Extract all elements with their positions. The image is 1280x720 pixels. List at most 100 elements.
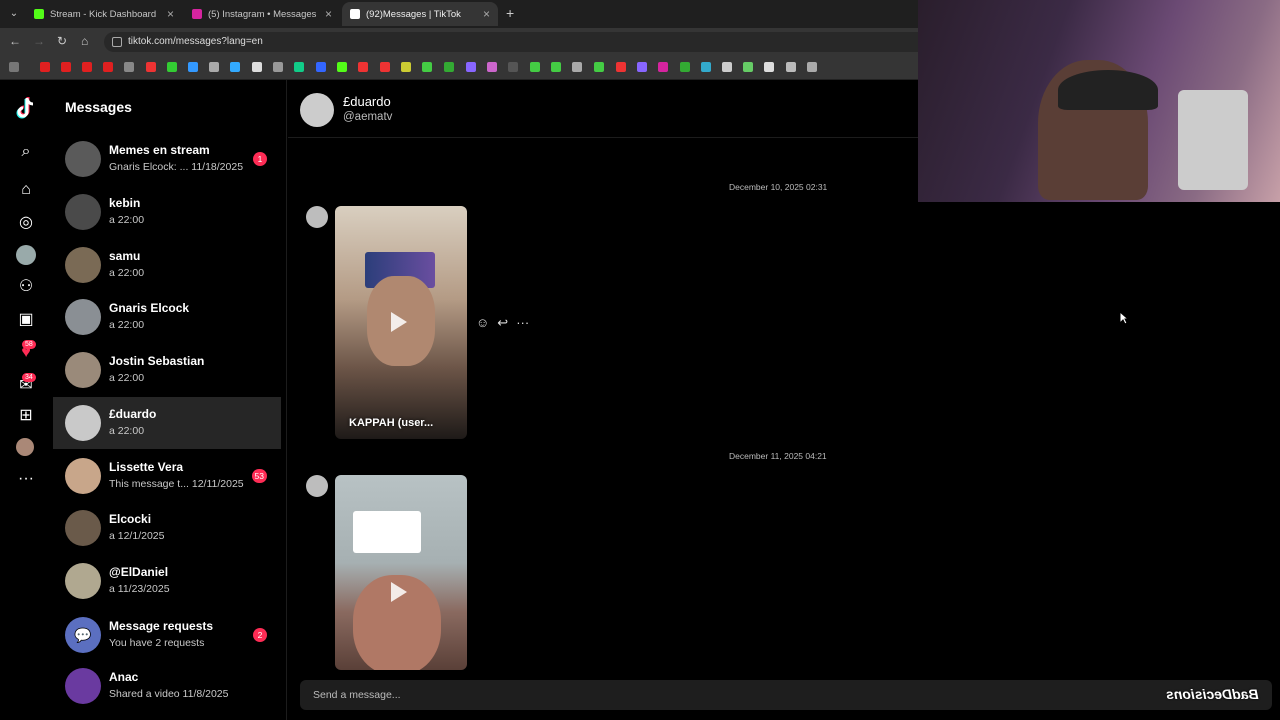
bookmark-icon[interactable] [146,62,156,72]
bookmark-youtube-icon[interactable] [40,62,50,72]
conversation-item[interactable]: Gnaris Elcock a 22:00 [53,291,281,343]
explore-icon[interactable]: ◎ [16,213,36,233]
apps-grid-icon[interactable] [9,62,19,72]
bookmark-kick-icon[interactable] [337,62,347,72]
bookmark-icon[interactable] [551,62,561,72]
chat-handle[interactable]: @aematv [343,111,392,123]
bookmark-icon[interactable] [572,62,582,72]
conversation-item[interactable]: 💬 Message requests You have 2 requests 2 [53,609,281,661]
tab-tiktok[interactable]: (92)Messages | TikTok × [342,2,498,26]
bookmark-icon[interactable] [743,62,753,72]
bookmark-icon[interactable] [701,62,711,72]
bookmark-icon[interactable] [358,62,368,72]
conversation-item[interactable]: @ElDaniel a 11/23/2025 [53,555,281,607]
tab-close-icon[interactable]: × [483,7,490,21]
conversation-preview: a 22:00 [109,425,145,437]
bookmark-icon[interactable] [380,62,390,72]
bookmark-icon[interactable] [764,62,774,72]
bookmark-twitch-icon[interactable] [466,62,476,72]
conversation-item[interactable]: samu a 22:00 [53,239,281,291]
reload-icon[interactable]: ↻ [57,34,67,48]
new-tab-plus-icon[interactable]: + [506,5,514,21]
bookmark-icon[interactable] [273,62,283,72]
site-info-icon[interactable] [112,37,122,47]
react-emoji-icon[interactable]: ☺ [476,315,489,331]
bookmark-icon[interactable] [61,62,71,72]
account-avatar-icon[interactable] [16,438,34,456]
bookmark-icon[interactable] [188,62,198,72]
play-icon[interactable] [391,312,407,332]
reply-icon[interactable]: ↩ [497,315,508,331]
search-icon[interactable]: ⌕ [16,142,36,162]
avatar [65,458,101,494]
bookmark-icon[interactable] [209,62,219,72]
stream-watermark: BadDecisions [1166,686,1259,702]
conversation-preview: a 22:00 [109,267,145,279]
bookmark-icon[interactable] [530,62,540,72]
avatar [65,352,101,388]
play-icon[interactable] [391,582,407,602]
conversation-preview: You have 2 requests [109,637,205,649]
bookmark-icon[interactable] [103,62,113,72]
forward-arrow-icon[interactable]: → [33,34,45,48]
conversation-item[interactable]: Lissette Vera This message t... 12/11/20… [53,450,281,502]
instagram-favicon-icon [192,9,202,19]
bookmark-icon[interactable] [401,62,411,72]
conversation-preview: Gnaris Elcock: ... 11/18/2025 [109,161,244,173]
tab-search-icon[interactable]: ⌄ [6,6,22,22]
more-options-icon[interactable]: ··· [516,315,529,331]
bookmark-icon[interactable] [252,62,262,72]
bookmark-icon[interactable] [230,62,240,72]
bookmark-icon[interactable] [637,62,647,72]
back-arrow-icon[interactable]: ← [9,34,21,48]
bookmark-icon[interactable] [124,62,134,72]
bookmark-icon[interactable] [167,62,177,72]
bookmark-icon[interactable] [316,62,326,72]
bookmark-icon[interactable] [82,62,92,72]
unread-badge: 53 [251,469,267,483]
url-field[interactable]: tiktok.com/messages?lang=en [104,32,934,52]
avatar [65,194,101,230]
avatar [65,668,101,704]
bookmark-icon[interactable] [294,62,304,72]
streamer-cap [1058,70,1158,110]
shared-video[interactable] [335,475,467,670]
bookmark-instagram-icon[interactable] [658,62,668,72]
live-icon[interactable]: ▣ [16,310,36,330]
tab-instagram[interactable]: (5) Instagram • Messages × [184,2,340,26]
bookmark-icon[interactable] [680,62,690,72]
following-icon[interactable]: ⚇ [16,277,36,297]
bookmark-icon[interactable] [807,62,817,72]
conversation-item[interactable]: Anac Shared a video 11/8/2025 [53,660,281,712]
home-icon[interactable]: ⌂ [16,180,36,200]
conversation-item[interactable]: Memes en stream Gnaris Elcock: ... 11/18… [53,133,281,185]
bookmark-icon[interactable] [487,62,497,72]
avatar[interactable] [300,93,334,127]
tab-close-icon[interactable]: × [325,7,332,21]
conversation-item[interactable]: Elcocki a 12/1/2025 [53,502,281,554]
tab-kick[interactable]: Stream - Kick Dashboard × [26,2,182,26]
more-icon[interactable]: ··· [16,469,36,489]
conversation-name: kebin [109,196,141,210]
bookmark-icon[interactable] [594,62,604,72]
home-icon[interactable]: ⌂ [81,34,88,48]
bookmark-icon[interactable] [722,62,732,72]
conversation-name: Message requests [109,619,214,633]
conversation-preview: a 11/23/2025 [109,583,170,595]
upload-icon[interactable]: ⊞ [16,406,36,426]
chat-name[interactable]: £duardo [343,94,391,109]
bookmark-icon[interactable] [786,62,796,72]
shared-video[interactable]: KAPPAH (user... [335,206,467,439]
bookmark-icon[interactable] [444,62,454,72]
bookmark-icon[interactable] [616,62,626,72]
tiktok-logo-icon[interactable] [14,96,38,122]
conversation-item[interactable]: kebin a 22:00 [53,186,281,238]
tab-close-icon[interactable]: × [167,7,174,21]
bookmark-icon[interactable] [422,62,432,72]
message-input[interactable] [300,680,1272,710]
profile-avatar-icon[interactable] [16,245,36,265]
bookmark-icon[interactable] [508,62,518,72]
conversation-item-selected[interactable]: £duardo a 22:00 [53,397,281,449]
avatar [306,475,328,497]
conversation-item[interactable]: Jostin Sebastian a 22:00 [53,344,281,396]
